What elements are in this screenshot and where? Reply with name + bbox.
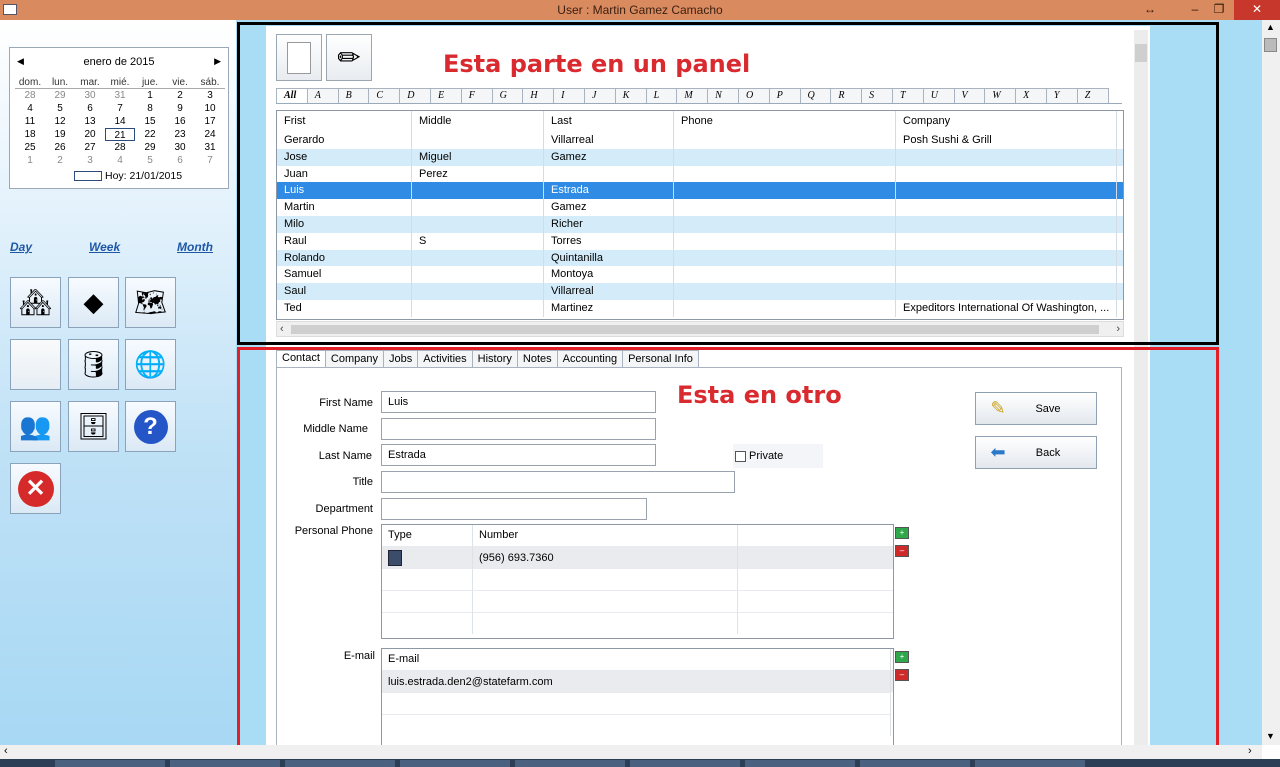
home-icon[interactable]: 🏘 — [10, 277, 61, 328]
calendar-day[interactable]: 29 — [45, 89, 75, 102]
calendar-dow: mar. — [75, 76, 105, 89]
calendar-day[interactable]: 13 — [75, 115, 105, 128]
calendar-day[interactable]: 2 — [165, 89, 195, 102]
calendar-day[interactable]: 19 — [45, 128, 75, 141]
close-window-button[interactable]: ✕ — [1234, 0, 1280, 20]
calendar-dow: lun. — [45, 76, 75, 89]
resize-icon[interactable]: ↔ — [1138, 0, 1162, 20]
calendar-day[interactable]: 8 — [135, 102, 165, 115]
calendar-day[interactable]: 3 — [75, 154, 105, 167]
window-horizontal-scrollbar[interactable]: ‹ › — [0, 745, 1262, 759]
view-month-link[interactable]: Month — [177, 240, 213, 254]
restore-button[interactable]: ❐ — [1208, 0, 1230, 20]
calendar-day[interactable]: 29 — [135, 141, 165, 154]
today-label: Hoy: 21/01/2015 — [105, 170, 183, 182]
calendar-day[interactable]: 1 — [135, 89, 165, 102]
calendar-today[interactable]: Hoy: 21/01/2015 — [74, 170, 182, 182]
calendar-day[interactable]: 17 — [195, 115, 225, 128]
calendar-day[interactable]: 28 — [105, 141, 135, 154]
calendar-dow: mié. — [105, 76, 135, 89]
exit-icon[interactable]: ✕ — [10, 463, 61, 514]
calendar-day[interactable]: 31 — [195, 141, 225, 154]
window-title: User : Martin Gamez Camacho — [557, 3, 723, 17]
next-month-icon[interactable]: ▶ — [214, 56, 221, 67]
calendar-day[interactable]: 11 — [15, 115, 45, 128]
calendar-grid: dom. lun. mar. mié. jue. vie. sáb. 28 29 30 31 1 2 3 4… — [15, 76, 225, 167]
database-icon[interactable]: 🛢 — [68, 339, 119, 390]
left-panel: ◀ enero de 2015 ▶ dom. lun. mar. mié. jue. vi… — [0, 20, 236, 745]
calendar-day[interactable]: 12 — [45, 115, 75, 128]
calendar-day[interactable]: 28 — [15, 89, 45, 102]
calendar-day[interactable]: 7 — [195, 154, 225, 167]
server-icon[interactable]: 🗄 — [68, 401, 119, 452]
calendar-day[interactable]: 4 — [15, 102, 45, 115]
window-vertical-scrollbar[interactable]: ▲ ▼ — [1262, 20, 1280, 745]
calendar-day[interactable]: 26 — [45, 141, 75, 154]
calendar-day[interactable]: 14 — [105, 115, 135, 128]
taskbar — [0, 759, 1280, 767]
calendar-day[interactable]: 25 — [15, 141, 45, 154]
calendar-day[interactable]: 18 — [15, 128, 45, 141]
calendar-day[interactable]: 23 — [165, 128, 195, 141]
calendar-day[interactable]: 16 — [165, 115, 195, 128]
title-bar: User : Martin Gamez Camacho ↔ – ❐ ✕ — [0, 0, 1280, 20]
calendar: ◀ enero de 2015 ▶ dom. lun. mar. mié. jue. vi… — [9, 47, 229, 189]
calendar-day[interactable]: 6 — [165, 154, 195, 167]
calendar-day[interactable]: 30 — [165, 141, 195, 154]
calendar-day[interactable]: 1 — [15, 154, 45, 167]
calendar-dow: vie. — [165, 76, 195, 89]
calendar-day[interactable]: 6 — [75, 102, 105, 115]
calendar-day[interactable]: 30 — [75, 89, 105, 102]
view-week-link[interactable]: Week — [89, 240, 120, 254]
calendar-day[interactable]: 5 — [45, 102, 75, 115]
calendar-day[interactable]: 27 — [75, 141, 105, 154]
globe-download-icon[interactable]: 🌐 — [125, 339, 176, 390]
view-day-link[interactable]: Day — [10, 240, 32, 254]
calendar-month: enero de 2015 — [83, 56, 155, 68]
map-icon[interactable]: 🗺 — [125, 277, 176, 328]
calendar-day[interactable]: 3 — [195, 89, 225, 102]
top-panel-outline — [237, 22, 1219, 345]
calendar-day[interactable]: 10 — [195, 102, 225, 115]
calendar-dow: jue. — [135, 76, 165, 89]
calendar-day[interactable]: 20 — [75, 128, 105, 141]
calendar-day[interactable]: 22 — [135, 128, 165, 141]
today-marker-icon — [74, 171, 102, 182]
users-icon[interactable]: 👥 — [10, 401, 61, 452]
bottom-panel-outline — [237, 347, 1219, 767]
calendar-day[interactable]: 4 — [105, 154, 135, 167]
calendar-day[interactable]: 24 — [195, 128, 225, 141]
minimize-button[interactable]: – — [1184, 0, 1206, 20]
calendar-day[interactable]: 21 — [105, 128, 135, 141]
calendar-day[interactable]: 7 — [105, 102, 135, 115]
calendar-dow: dom. — [15, 76, 45, 89]
calendar-day[interactable]: 9 — [165, 102, 195, 115]
calendar-day[interactable]: 5 — [135, 154, 165, 167]
blank-tile[interactable] — [10, 339, 61, 390]
crystal-icon[interactable]: ◆ — [68, 277, 119, 328]
calendar-day[interactable]: 15 — [135, 115, 165, 128]
calendar-dow: sáb. — [195, 76, 225, 89]
calendar-day[interactable]: 2 — [45, 154, 75, 167]
help-icon[interactable]: ? — [125, 401, 176, 452]
calendar-day[interactable]: 31 — [105, 89, 135, 102]
